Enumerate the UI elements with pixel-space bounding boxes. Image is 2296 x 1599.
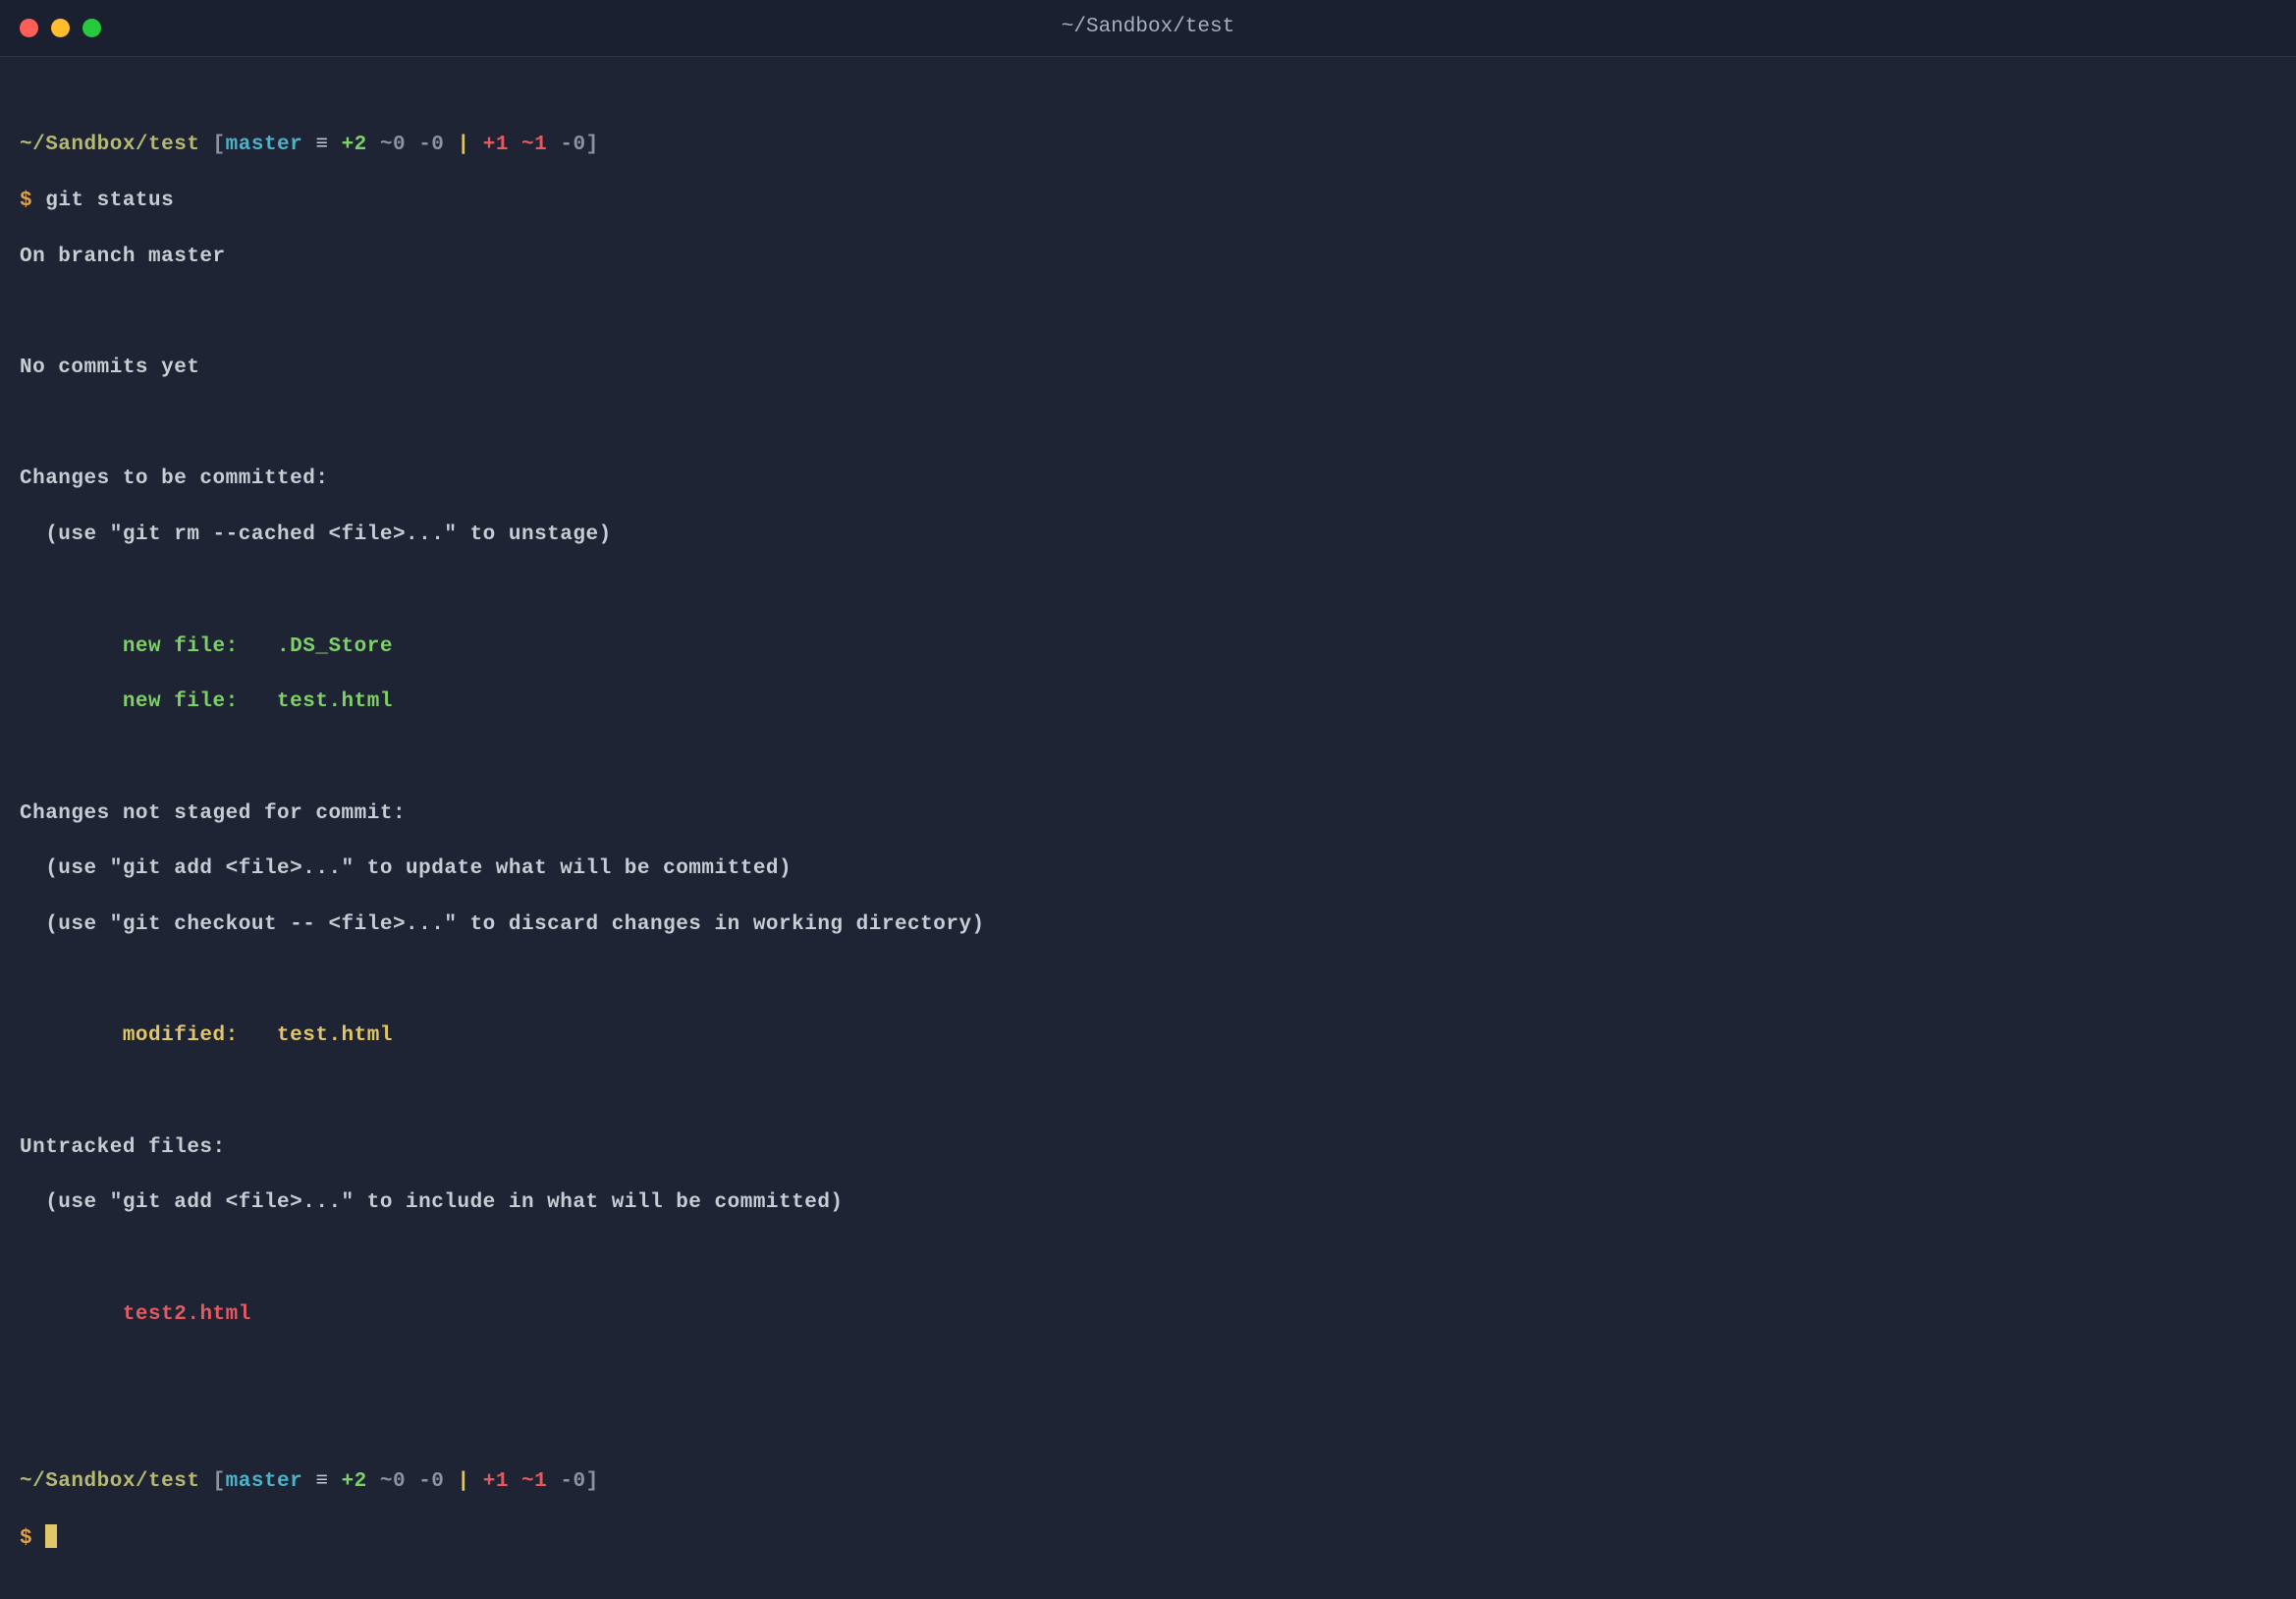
output-changes-not-staged: Changes not staged for commit:	[20, 800, 2276, 828]
output-changes-to-commit: Changes to be committed:	[20, 466, 2276, 493]
prompt-path: ~/Sandbox/test	[20, 134, 213, 156]
newfile-label: new file:	[20, 690, 277, 713]
window-title: ~/Sandbox/test	[1062, 14, 1234, 41]
prompt-bracket-open: [	[213, 1470, 226, 1493]
prompt-minus0: -0	[418, 1470, 457, 1493]
cursor	[45, 1524, 57, 1548]
prompt-bracket-close: ]	[586, 1470, 599, 1493]
output-modified-1: modified: test.html	[20, 1022, 2276, 1050]
window-titlebar: ~/Sandbox/test	[0, 0, 2296, 57]
prompt-tilde1: ~1	[521, 134, 560, 156]
blank-line	[20, 578, 2276, 605]
prompt-dollar: $	[20, 1527, 45, 1550]
newfile-name: .DS_Store	[277, 635, 393, 658]
command-text: git status	[45, 190, 174, 212]
prompt-equiv: ≡	[315, 134, 341, 156]
blank-line	[20, 411, 2276, 438]
output-newfile-1: new file: .DS_Store	[20, 634, 2276, 661]
prompt-branch: master	[226, 134, 316, 156]
prompt-plus2: +2	[342, 1470, 380, 1493]
prompt-minus0b: -0	[560, 134, 585, 156]
modified-name: test.html	[277, 1024, 393, 1047]
newfile-name: test.html	[277, 690, 393, 713]
command-line-1: $ git status	[20, 188, 2276, 215]
prompt-pipe: |	[458, 134, 483, 156]
prompt-tilde0: ~0	[380, 1470, 418, 1493]
output-hint-checkout: (use "git checkout -- <file>..." to disc…	[20, 911, 2276, 939]
close-button[interactable]	[20, 19, 38, 37]
output-hint-unstage: (use "git rm --cached <file>..." to unst…	[20, 522, 2276, 549]
prompt-minus0: -0	[418, 134, 457, 156]
blank-line	[20, 1412, 2276, 1440]
terminal-content[interactable]: ~/Sandbox/test [master ≡ +2 ~0 -0 | +1 ~…	[0, 57, 2296, 1599]
output-branch-line: On branch master	[20, 244, 2276, 271]
output-untracked: Untracked files:	[20, 1134, 2276, 1162]
blank-line	[20, 1245, 2276, 1273]
output-hint-add: (use "git add <file>..." to update what …	[20, 855, 2276, 883]
command-line-2[interactable]: $	[20, 1524, 2276, 1553]
output-hint-include: (use "git add <file>..." to include in w…	[20, 1189, 2276, 1217]
output-untracked-1: test2.html	[20, 1301, 2276, 1329]
output-newfile-2: new file: test.html	[20, 689, 2276, 716]
prompt-pipe: |	[458, 1470, 483, 1493]
prompt-minus0b: -0	[560, 1470, 585, 1493]
modified-label: modified:	[20, 1024, 277, 1047]
minimize-button[interactable]	[51, 19, 70, 37]
prompt-bracket-close: ]	[586, 134, 599, 156]
traffic-lights	[20, 19, 101, 37]
prompt-tilde0: ~0	[380, 134, 418, 156]
untracked-name: test2.html	[123, 1303, 251, 1326]
blank-line	[20, 967, 2276, 995]
untracked-indent	[20, 1303, 123, 1326]
prompt-branch: master	[226, 1470, 316, 1493]
prompt-tilde1: ~1	[521, 1470, 560, 1493]
blank-line	[20, 1356, 2276, 1384]
blank-line	[20, 1078, 2276, 1106]
blank-line	[20, 744, 2276, 772]
blank-line	[20, 299, 2276, 326]
prompt-equiv: ≡	[315, 1470, 341, 1493]
output-no-commits: No commits yet	[20, 355, 2276, 382]
prompt-line-1: ~/Sandbox/test [master ≡ +2 ~0 -0 | +1 ~…	[20, 132, 2276, 159]
prompt-plus2: +2	[342, 134, 380, 156]
prompt-line-2: ~/Sandbox/test [master ≡ +2 ~0 -0 | +1 ~…	[20, 1468, 2276, 1496]
newfile-label: new file:	[20, 635, 277, 658]
prompt-dollar: $	[20, 190, 45, 212]
prompt-bracket-open: [	[213, 134, 226, 156]
zoom-button[interactable]	[82, 19, 101, 37]
prompt-path: ~/Sandbox/test	[20, 1470, 213, 1493]
prompt-plus1: +1	[483, 134, 521, 156]
prompt-plus1: +1	[483, 1470, 521, 1493]
